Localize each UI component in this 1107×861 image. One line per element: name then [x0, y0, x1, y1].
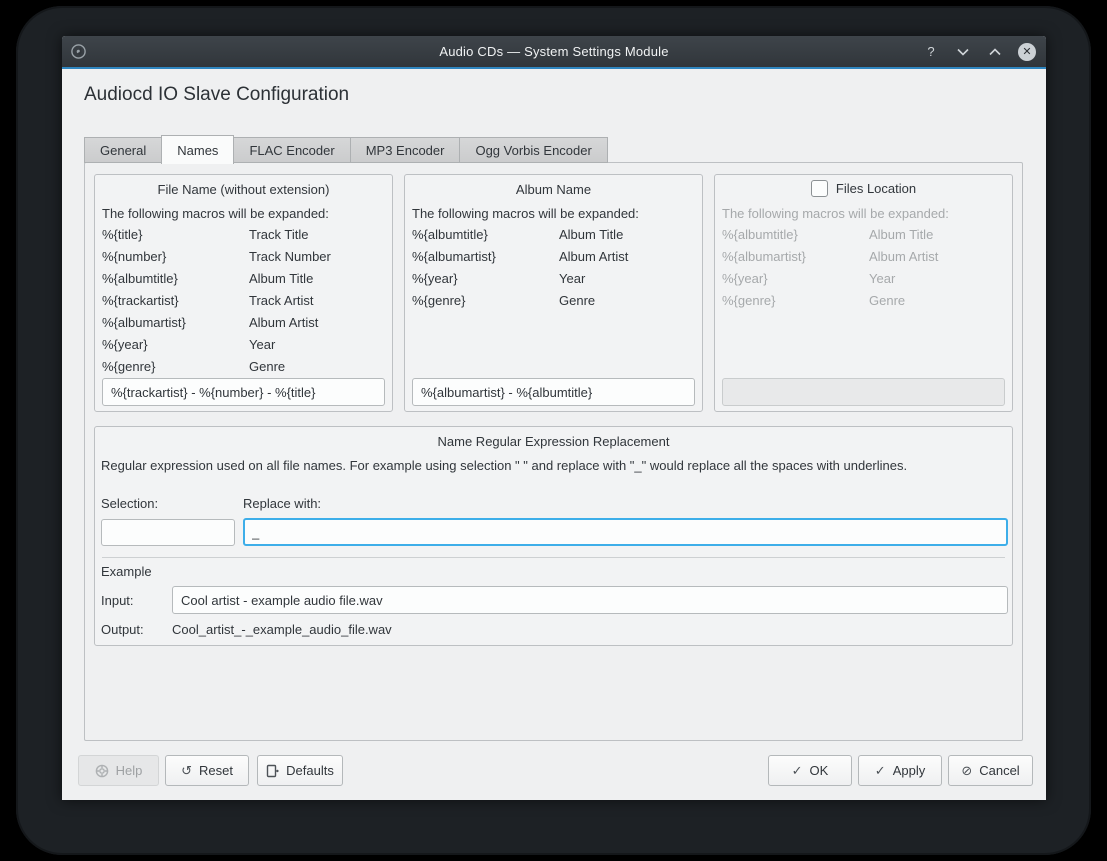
macro-row: %{year}Year: [412, 268, 702, 290]
macros-note: The following macros will be expanded:: [412, 206, 702, 221]
example-input-label: Input:: [101, 593, 134, 608]
files-location-groupbox: Files Location The following macros will…: [714, 174, 1013, 412]
macro-row: %{trackartist}Track Artist: [102, 290, 392, 312]
tab-general[interactable]: General: [84, 137, 161, 163]
macro-row: %{title}Track Title: [102, 224, 392, 246]
defaults-button[interactable]: Defaults: [257, 755, 343, 786]
macro-row: %{year}Year: [102, 334, 392, 356]
reset-button[interactable]: ↺ Reset: [165, 755, 249, 786]
apply-button[interactable]: ✓ Apply: [858, 755, 942, 786]
replace-with-label: Replace with:: [243, 496, 321, 511]
tab-ogg-vorbis-encoder[interactable]: Ogg Vorbis Encoder: [459, 137, 607, 163]
macros-note: The following macros will be expanded:: [722, 206, 1012, 221]
check-icon: ✓: [792, 764, 803, 777]
files-location-pattern-input[interactable]: [722, 378, 1005, 406]
window-title: Audio CDs — System Settings Module: [62, 44, 1046, 59]
module-content: Audiocd IO Slave Configuration General N…: [62, 69, 1046, 800]
example-label: Example: [101, 564, 152, 579]
regex-description: Regular expression used on all file name…: [101, 458, 1006, 473]
file-name-groupbox: File Name (without extension) The follow…: [94, 174, 393, 412]
album-name-group-title: Album Name: [405, 175, 702, 197]
undo-icon: ↺: [181, 764, 192, 777]
tab-names[interactable]: Names: [161, 135, 234, 164]
tab-bar: General Names FLAC Encoder MP3 Encoder O…: [84, 135, 608, 163]
macro-row: %{genre}Genre: [102, 356, 392, 378]
macro-row: %{year}Year: [722, 268, 1012, 290]
cancel-icon: ⊘: [961, 764, 972, 777]
macro-row: %{albumartist}Album Artist: [102, 312, 392, 334]
macro-row: %{albumtitle}Album Title: [412, 224, 702, 246]
replace-with-input[interactable]: [243, 518, 1008, 546]
macro-row: %{albumartist}Album Artist: [412, 246, 702, 268]
regex-replacement-groupbox: Name Regular Expression Replacement Regu…: [94, 426, 1013, 646]
check-icon: ✓: [875, 764, 886, 777]
macro-row: %{albumtitle}Album Title: [722, 224, 1012, 246]
ok-button[interactable]: ✓ OK: [768, 755, 852, 786]
macro-row: %{number}Track Number: [102, 246, 392, 268]
files-location-group-title: Files Location: [836, 181, 916, 196]
cancel-button[interactable]: ⊘ Cancel: [948, 755, 1033, 786]
album-name-groupbox: Album Name The following macros will be …: [404, 174, 703, 412]
file-name-group-title: File Name (without extension): [95, 175, 392, 197]
files-location-checkbox[interactable]: [811, 180, 828, 197]
names-tab-panel: File Name (without extension) The follow…: [84, 162, 1023, 741]
tab-mp3-encoder[interactable]: MP3 Encoder: [350, 137, 460, 163]
defaults-icon: [266, 764, 279, 778]
help-button[interactable]: Help: [78, 755, 159, 786]
macros-note: The following macros will be expanded:: [102, 206, 392, 221]
context-help-button[interactable]: ?: [922, 43, 940, 61]
example-input[interactable]: [172, 586, 1008, 614]
titlebar[interactable]: Audio CDs — System Settings Module ? ✕: [62, 36, 1046, 67]
help-icon: [95, 764, 109, 778]
regex-group-title: Name Regular Expression Replacement: [95, 427, 1012, 449]
macro-row: %{genre}Genre: [722, 290, 1012, 312]
maximize-button[interactable]: [986, 43, 1004, 61]
selection-label: Selection:: [101, 496, 158, 511]
file-name-pattern-input[interactable]: [102, 378, 385, 406]
selection-input[interactable]: [101, 519, 235, 546]
macro-row: %{genre}Genre: [412, 290, 702, 312]
close-button[interactable]: ✕: [1018, 43, 1036, 61]
minimize-button[interactable]: [954, 43, 972, 61]
page-title: Audiocd IO Slave Configuration: [84, 84, 349, 106]
example-divider: [102, 557, 1005, 558]
album-name-pattern-input[interactable]: [412, 378, 695, 406]
settings-window: Audio CDs — System Settings Module ? ✕ A…: [62, 36, 1046, 800]
example-output-label: Output:: [101, 622, 144, 637]
macro-row: %{albumtitle}Album Title: [102, 268, 392, 290]
example-output-value: Cool_artist_-_example_audio_file.wav: [172, 622, 392, 637]
macro-row: %{albumartist}Album Artist: [722, 246, 1012, 268]
tab-flac-encoder[interactable]: FLAC Encoder: [234, 137, 349, 163]
